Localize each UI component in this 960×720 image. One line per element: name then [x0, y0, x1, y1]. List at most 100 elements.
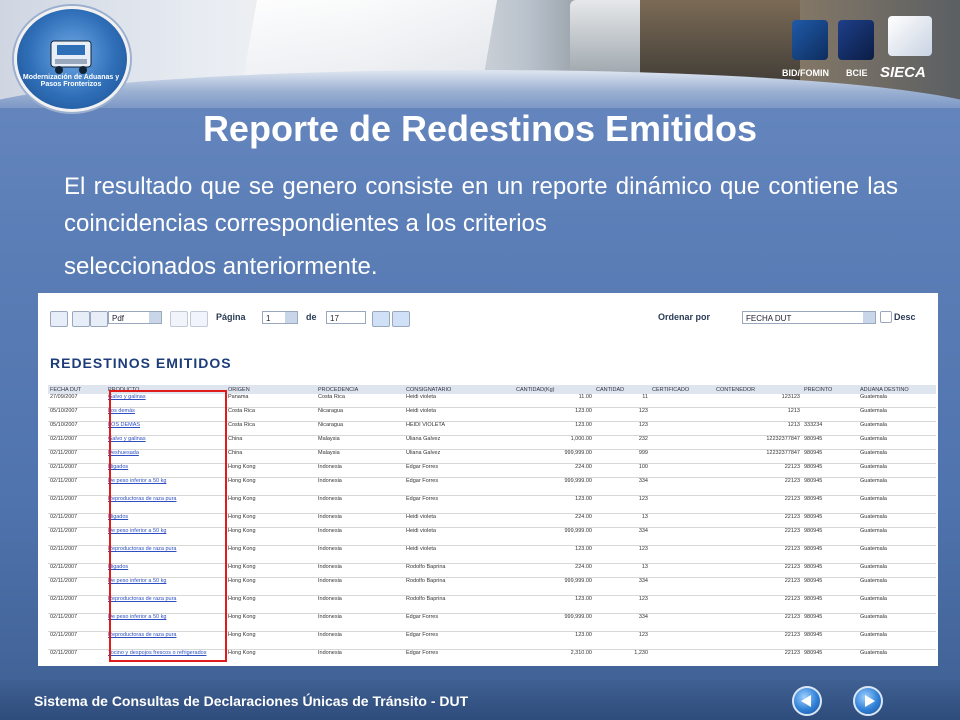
table-cell: 22123 [714, 613, 802, 632]
next-page-icon[interactable] [372, 311, 390, 327]
table-cell: 123 [594, 631, 650, 650]
table-cell: Nicaragua [316, 407, 404, 422]
table-cell: 224.00 [514, 513, 594, 528]
table-cell: Hong Kong [226, 577, 316, 596]
table-cell [650, 477, 714, 496]
first-page-icon[interactable] [170, 311, 188, 327]
table-cell: 22123 [714, 527, 802, 546]
table-cell: Edgar Forres [404, 631, 514, 650]
table-cell: Costa Rica [226, 421, 316, 436]
table-cell: Edgar Forres [404, 463, 514, 478]
table-cell: 123.00 [514, 421, 594, 436]
table-cell: 02/11/2007 [48, 613, 106, 632]
next-slide-button[interactable] [853, 686, 883, 716]
export-icon[interactable] [90, 311, 108, 327]
table-cell [650, 495, 714, 514]
table-cell: 02/11/2007 [48, 495, 106, 514]
chevron-right-icon [865, 695, 875, 707]
table-cell: 02/11/2007 [48, 563, 106, 578]
table-cell: Guatemala [858, 563, 936, 578]
table-cell: 980945 [802, 495, 858, 514]
table-cell: 123 [594, 545, 650, 564]
table-cell: 02/11/2007 [48, 545, 106, 564]
table-cell: Costa Rica [226, 407, 316, 422]
table-cell: Hong Kong [226, 527, 316, 546]
table-cell: Hong Kong [226, 613, 316, 632]
table-cell: 22123 [714, 463, 802, 478]
table-cell: Hong Kong [226, 513, 316, 528]
table-cell: Heidi violeta [404, 513, 514, 528]
body-text: El resultado que se genero consiste en u… [64, 173, 898, 237]
table-cell: 02/11/2007 [48, 577, 106, 596]
table-cell: 02/11/2007 [48, 631, 106, 650]
table-cell: 999,999.00 [514, 613, 594, 632]
page-select[interactable]: 1 [262, 311, 298, 324]
table-cell: 999,999.00 [514, 577, 594, 596]
table-cell: Malaysia [316, 449, 404, 464]
table-cell: 100 [594, 463, 650, 478]
prev-page-icon[interactable] [190, 311, 208, 327]
table-cell: Guatemala [858, 435, 936, 450]
print-icon[interactable] [72, 311, 90, 327]
table-cell: 224.00 [514, 463, 594, 478]
table-cell: 13 [594, 513, 650, 528]
sieca-map-logo [888, 16, 932, 56]
table-cell: 22123 [714, 595, 802, 614]
table-cell: 980945 [802, 449, 858, 464]
table-cell: 999,999.00 [514, 449, 594, 464]
table-cell [802, 394, 858, 408]
table-cell: Malaysia [316, 435, 404, 450]
order-value: FECHA DUT [746, 314, 792, 323]
table-cell: 05/10/2007 [48, 421, 106, 436]
chevron-left-icon [801, 695, 811, 707]
slide-body: El resultado que se genero consiste en u… [64, 168, 898, 285]
table-cell: Guatemala [858, 394, 936, 408]
table-cell: 333234 [802, 421, 858, 436]
column-header: CANTIDAD [594, 385, 650, 394]
table-cell: 980945 [802, 563, 858, 578]
table-cell: Indonesia [316, 513, 404, 528]
table-cell: Hong Kong [226, 495, 316, 514]
table-cell: Rodolfo Baprina [404, 577, 514, 596]
table-cell: Guatemala [858, 649, 936, 666]
table-cell: Guatemala [858, 631, 936, 650]
bid-fomin-label: BID/FOMIN [782, 68, 829, 78]
table-cell: 980945 [802, 527, 858, 546]
table-cell: 980945 [802, 513, 858, 528]
refresh-icon[interactable] [50, 311, 68, 327]
total-pages: 17 [330, 314, 339, 323]
table-cell: 999,999.00 [514, 477, 594, 496]
table-cell [650, 513, 714, 528]
banner-paper-image [242, 0, 498, 80]
table-cell: Guatemala [858, 477, 936, 496]
table-cell [650, 421, 714, 436]
column-header: ORIGEN [226, 385, 316, 394]
table-cell: Heidi violeta [404, 545, 514, 564]
table-cell: Edgar Forres [404, 649, 514, 666]
table-cell: Nicaragua [316, 421, 404, 436]
desc-checkbox[interactable] [880, 311, 892, 323]
table-cell: Indonesia [316, 495, 404, 514]
table-cell: 22123 [714, 477, 802, 496]
table-cell: Uliana Galvez [404, 449, 514, 464]
table-cell: Guatemala [858, 495, 936, 514]
desc-label: Desc [894, 312, 916, 322]
format-select[interactable]: Pdf [108, 311, 162, 324]
table-cell: Indonesia [316, 545, 404, 564]
table-cell: 22123 [714, 495, 802, 514]
table-cell: Heidi violeta [404, 407, 514, 422]
chevron-down-icon [149, 312, 161, 323]
table-cell: Indonesia [316, 577, 404, 596]
logo-caption: Modernización de Aduanas y Pasos Fronter… [22, 74, 120, 88]
prev-slide-button[interactable] [792, 686, 822, 716]
table-cell: 123 [594, 595, 650, 614]
table-cell: 02/11/2007 [48, 513, 106, 528]
table-cell: 123123 [714, 394, 802, 408]
format-value: Pdf [112, 314, 125, 323]
order-select[interactable]: FECHA DUT [742, 311, 876, 324]
table-cell: Rodolfo Baprina [404, 595, 514, 614]
table-cell: Hong Kong [226, 631, 316, 650]
table-cell: China [226, 435, 316, 450]
last-page-icon[interactable] [392, 311, 410, 327]
table-cell [650, 595, 714, 614]
